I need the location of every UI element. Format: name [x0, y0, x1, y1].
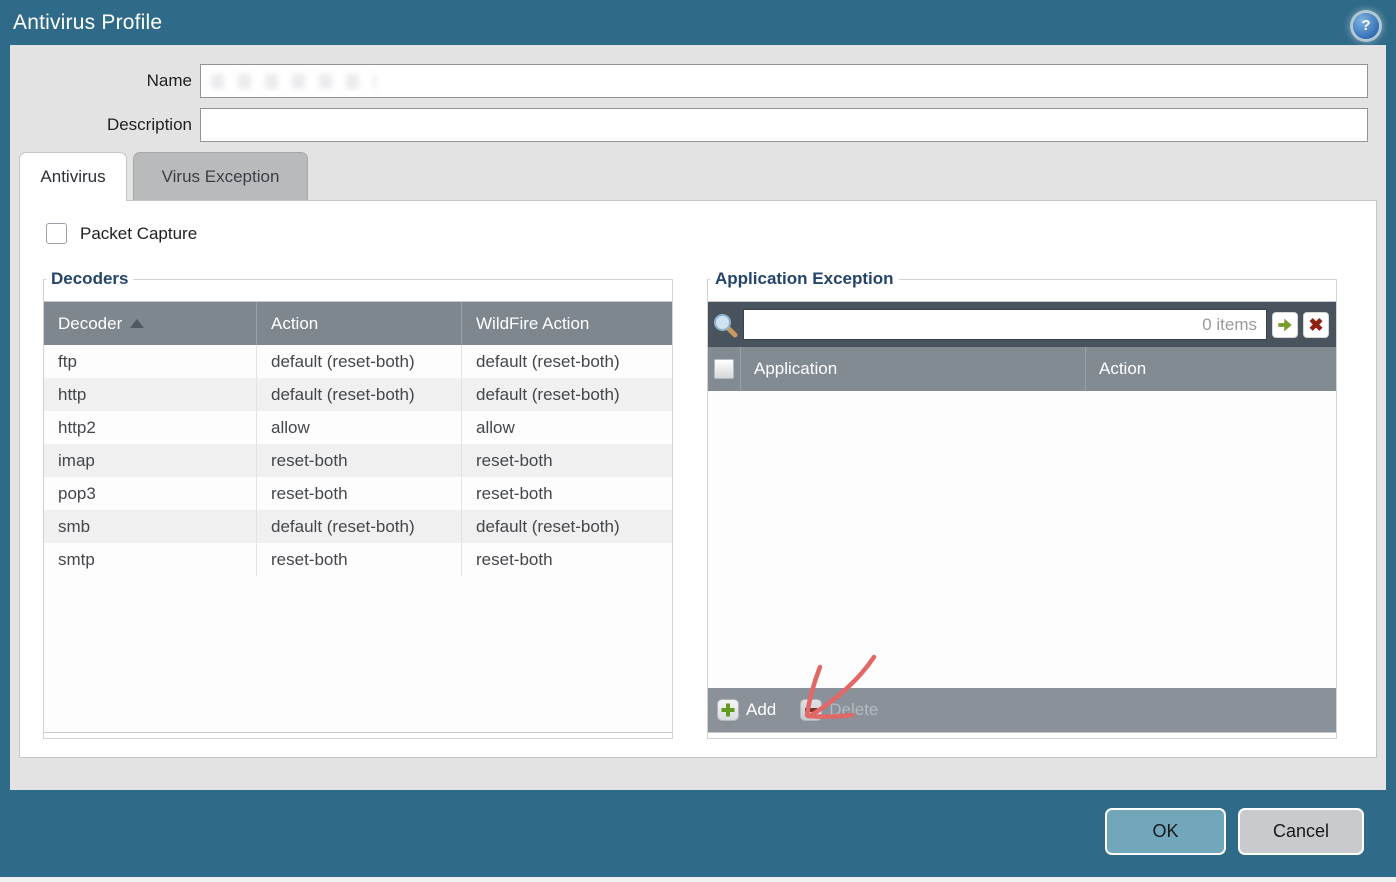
table-cell: reset-both: [462, 543, 672, 576]
name-field-wrap: [200, 64, 1368, 98]
table-cell: default (reset-both): [257, 510, 462, 543]
application-search-bar: 0 items ✖: [708, 302, 1336, 347]
apply-filter-button[interactable]: [1272, 312, 1298, 338]
table-cell: reset-both: [257, 444, 462, 477]
table-cell: allow: [462, 411, 672, 444]
ok-button[interactable]: OK: [1105, 808, 1226, 855]
table-cell: http: [44, 378, 257, 411]
decoder-row-smtp[interactable]: smtpreset-bothreset-both: [44, 543, 672, 576]
column-header-application-action[interactable]: Action: [1086, 347, 1336, 391]
table-cell: ftp: [44, 345, 257, 378]
tab-antivirus[interactable]: Antivirus: [19, 152, 127, 201]
description-input[interactable]: [201, 109, 1367, 141]
column-header-wildfire-action[interactable]: WildFire Action: [462, 302, 672, 345]
table-cell: smb: [44, 510, 257, 543]
decoder-row-smb[interactable]: smbdefault (reset-both)default (reset-bo…: [44, 510, 672, 543]
table-cell: reset-both: [257, 477, 462, 510]
application-exception-group: Application Exception 0 items: [707, 269, 1337, 739]
table-cell: default (reset-both): [462, 378, 672, 411]
minus-icon: [800, 699, 822, 721]
application-search-input[interactable]: [743, 309, 1267, 340]
table-cell: default (reset-both): [462, 345, 672, 378]
description-label: Description: [10, 115, 192, 135]
application-exception-table: 0 items ✖: [708, 301, 1336, 733]
decoder-row-http2[interactable]: http2allowallow: [44, 411, 672, 444]
decoder-row-pop3[interactable]: pop3reset-bothreset-both: [44, 477, 672, 510]
select-all-checkbox[interactable]: [714, 359, 734, 379]
column-header-action[interactable]: Action: [257, 302, 462, 345]
antivirus-tab-panel: Packet Capture Decoders Decoder Action: [19, 200, 1377, 758]
packet-capture-row[interactable]: Packet Capture: [46, 223, 197, 244]
decoders-table: Decoder Action WildFire Action ftpdefaul…: [44, 301, 672, 733]
table-cell: reset-both: [462, 444, 672, 477]
decoders-legend: Decoders: [46, 269, 133, 289]
decoder-row-imap[interactable]: imapreset-bothreset-both: [44, 444, 672, 477]
clear-filter-button[interactable]: ✖: [1303, 312, 1329, 338]
decoders-table-header: Decoder Action WildFire Action: [44, 302, 672, 345]
table-cell: default (reset-both): [462, 510, 672, 543]
decoders-group: Decoders Decoder Action WildFire Action: [43, 269, 673, 739]
table-cell: pop3: [44, 477, 257, 510]
application-table-body: [708, 391, 1336, 688]
tab-virus-exception[interactable]: Virus Exception: [133, 152, 308, 200]
table-cell: imap: [44, 444, 257, 477]
select-all-cell: [708, 347, 741, 391]
sort-asc-icon: [130, 319, 144, 328]
packet-capture-checkbox[interactable]: [46, 223, 67, 244]
decoders-table-body: ftpdefault (reset-both)default (reset-bo…: [44, 345, 672, 576]
table-cell: smtp: [44, 543, 257, 576]
bottom-edge-strip: [0, 877, 1396, 882]
clear-icon: ✖: [1308, 316, 1323, 334]
name-input[interactable]: [201, 65, 1367, 97]
help-icon[interactable]: ?: [1353, 13, 1379, 39]
add-button[interactable]: Add: [717, 699, 776, 721]
packet-capture-label: Packet Capture: [80, 224, 197, 244]
description-field-wrap: [200, 108, 1368, 142]
green-arrow-icon: [1276, 316, 1294, 334]
search-icon: [712, 312, 738, 338]
application-table-toolbar: Add Delete: [708, 688, 1336, 732]
decoder-row-http[interactable]: httpdefault (reset-both)default (reset-b…: [44, 378, 672, 411]
dialog-titlebar: Antivirus Profile ?: [0, 0, 1396, 45]
table-cell: http2: [44, 411, 257, 444]
table-cell: default (reset-both): [257, 345, 462, 378]
table-cell: reset-both: [257, 543, 462, 576]
application-exception-legend: Application Exception: [710, 269, 899, 289]
decoder-row-ftp[interactable]: ftpdefault (reset-both)default (reset-bo…: [44, 345, 672, 378]
dialog-body: Name Description Antivirus Virus Excepti…: [10, 45, 1386, 790]
plus-icon: [717, 699, 739, 721]
delete-button[interactable]: Delete: [800, 699, 878, 721]
table-cell: allow: [257, 411, 462, 444]
column-header-application[interactable]: Application: [741, 347, 1086, 391]
table-cell: reset-both: [462, 477, 672, 510]
application-table-header: Application Action: [708, 347, 1336, 391]
name-label: Name: [10, 71, 192, 91]
column-header-decoder[interactable]: Decoder: [44, 302, 257, 345]
table-cell: default (reset-both): [257, 378, 462, 411]
cancel-button[interactable]: Cancel: [1238, 808, 1364, 855]
search-input-wrap: 0 items: [743, 309, 1267, 340]
dialog-title: Antivirus Profile: [13, 0, 162, 45]
